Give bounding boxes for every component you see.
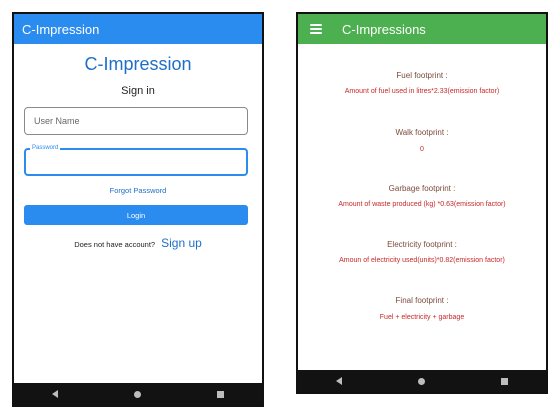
footprint-screen: C-Impressions Fuel footprint : Amount of…: [296, 12, 548, 394]
android-nav-bar: [14, 383, 262, 405]
final-footprint-value: Fuel + electricity + garbage: [379, 314, 465, 321]
signup-row: Does not have account? Sign up: [14, 236, 262, 250]
garbage-footprint-title: Garbage footprint :: [388, 184, 456, 193]
username-placeholder: User Name: [34, 116, 80, 126]
username-input[interactable]: User Name: [24, 107, 248, 135]
footprint-app-bar: C-Impressions: [298, 14, 546, 44]
fuel-footprint-title: Fuel footprint :: [396, 71, 448, 80]
back-triangle-icon[interactable]: [52, 390, 58, 398]
final-footprint-title: Final footprint :: [395, 296, 449, 305]
walk-footprint-value: 0: [420, 146, 424, 153]
home-circle-icon[interactable]: [418, 377, 425, 385]
footprint-app-bar-title: C-Impressions: [342, 21, 426, 37]
garbage-footprint-value: Amount of waste produced (kg) *0.63(emis…: [338, 201, 506, 208]
android-nav-bar: [298, 370, 546, 392]
login-heading: C-Impression: [84, 54, 192, 74]
login-app-bar: C-Impression: [14, 14, 262, 44]
signup-prompt: Does not have account?: [74, 240, 156, 249]
password-floating-label: Password: [30, 144, 61, 153]
password-input[interactable]: Password: [24, 144, 248, 176]
recents-square-icon[interactable]: [217, 390, 224, 398]
electricity-footprint-title: Electricity footprint :: [387, 240, 457, 249]
hamburger-icon[interactable]: [310, 24, 322, 34]
electricity-footprint-value: Amoun of electricity used(units)*0.82(em…: [339, 257, 505, 264]
back-triangle-icon[interactable]: [336, 377, 342, 385]
forgot-password-link[interactable]: Forgot Password: [14, 186, 262, 195]
login-app-bar-title: C-Impression: [22, 21, 100, 37]
fuel-footprint-value: Amount of fuel used in litres*2.33(emiss…: [344, 88, 500, 95]
recents-square-icon[interactable]: [501, 377, 508, 385]
login-screen: C-Impression C-Impression Sign in User N…: [12, 12, 264, 407]
signup-link[interactable]: Sign up: [161, 236, 202, 250]
home-circle-icon[interactable]: [134, 390, 141, 398]
walk-footprint-title: Walk footprint :: [395, 128, 449, 137]
signin-subheading: Sign in: [121, 85, 155, 97]
login-button[interactable]: Login: [24, 205, 248, 225]
